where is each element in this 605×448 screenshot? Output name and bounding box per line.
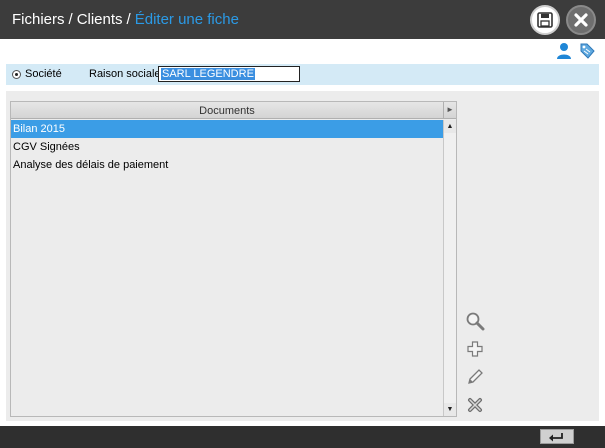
- raison-sociale-value: SARL LEGENDRE: [161, 68, 255, 80]
- magnifier-icon: [466, 312, 485, 331]
- chevron-right-icon[interactable]: ►: [443, 102, 456, 118]
- close-button[interactable]: [566, 5, 596, 35]
- scroll-up-icon[interactable]: ▲: [444, 120, 456, 133]
- documents-list: Bilan 2015 CGV Signées Analyse des délai…: [11, 120, 443, 416]
- cross-icon: [468, 398, 482, 412]
- bottom-bar: [0, 426, 605, 448]
- edit-document-button[interactable]: [465, 367, 485, 387]
- back-button[interactable]: [540, 429, 574, 444]
- save-button[interactable]: [530, 5, 560, 35]
- delete-document-button[interactable]: [465, 395, 485, 415]
- breadcrumb-separator: /: [126, 11, 131, 28]
- societe-radio-label[interactable]: Société: [25, 68, 62, 80]
- scroll-down-icon[interactable]: ▼: [444, 403, 456, 416]
- documents-header-label: Documents: [199, 105, 255, 117]
- title-bar: Fichiers / Clients / Éditer une fiche: [0, 0, 605, 39]
- breadcrumb-clients[interactable]: Clients: [77, 11, 123, 28]
- return-arrow-icon: [549, 433, 563, 442]
- breadcrumb-current: Éditer une fiche: [134, 11, 239, 28]
- breadcrumb: Fichiers / Clients / Éditer une fiche: [12, 11, 239, 28]
- search-document-button[interactable]: [465, 311, 485, 331]
- close-icon: [574, 13, 588, 27]
- user-icon[interactable]: [556, 42, 572, 63]
- documents-scrollbar[interactable]: ▲ ▼: [443, 120, 456, 416]
- icon-toolbar: [0, 39, 605, 63]
- company-form-row: Société Raison sociale SARL LEGENDRE: [6, 64, 599, 85]
- societe-radio[interactable]: [12, 70, 21, 79]
- documents-header[interactable]: Documents ►: [11, 102, 456, 119]
- pencil-icon: [468, 369, 483, 384]
- list-item[interactable]: CGV Signées: [11, 138, 443, 156]
- raison-sociale-label: Raison sociale: [89, 68, 161, 80]
- plus-icon: [467, 341, 483, 357]
- breadcrumb-separator: /: [68, 11, 73, 28]
- floppy-disk-icon: [537, 12, 553, 28]
- breadcrumb-fichiers[interactable]: Fichiers: [12, 11, 65, 28]
- list-item[interactable]: Bilan 2015: [11, 120, 443, 138]
- list-item[interactable]: Analyse des délais de paiement: [11, 156, 443, 174]
- tag-icon[interactable]: [578, 42, 596, 63]
- raison-sociale-input[interactable]: SARL LEGENDRE: [158, 66, 300, 82]
- documents-panel: Documents ► Bilan 2015 CGV Signées Analy…: [10, 101, 457, 417]
- add-document-button[interactable]: [465, 339, 485, 359]
